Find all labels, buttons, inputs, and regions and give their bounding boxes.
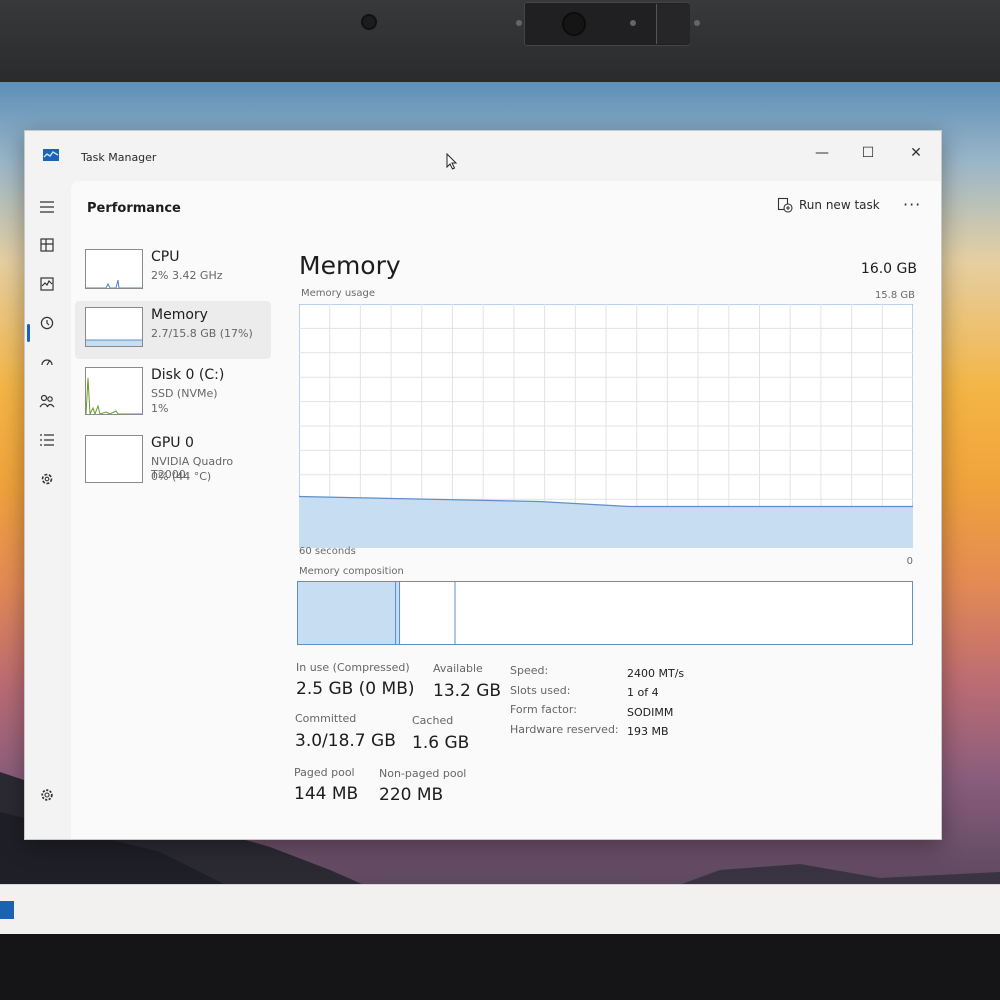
resource-item-cpu[interactable]: CPU 2% 3.42 GHz (75, 243, 271, 301)
hardware-slots-value: 1 of 4 (627, 686, 659, 699)
performance-icon[interactable] (31, 268, 63, 300)
gpu-mini-graph (85, 435, 143, 483)
indicator-dot (630, 20, 636, 26)
app-history-icon[interactable] (31, 307, 63, 339)
available-value: 13.2 GB (433, 681, 502, 701)
detail-title: Memory (299, 251, 401, 280)
cpu-mini-graph (85, 249, 143, 289)
in-use-label: In use (Compressed) (296, 661, 410, 674)
hardware-reserved-value: 193 MB (627, 725, 669, 738)
webcam-shutter (656, 4, 690, 44)
users-icon[interactable] (31, 385, 63, 417)
settings-icon[interactable] (31, 779, 63, 811)
composition-modified (395, 581, 401, 645)
memory-mini-graph (85, 307, 143, 347)
performance-page: Performance Run new task ··· CPU 2% 3.42… (71, 181, 941, 839)
cached-value: 1.6 GB (412, 733, 470, 753)
task-manager-app-icon (43, 149, 59, 161)
hamburger-menu-icon[interactable] (31, 191, 63, 223)
resource-name: GPU 0 (151, 435, 194, 451)
title-bar[interactable]: Task Manager — ☐ ✕ (25, 131, 941, 181)
paged-pool-label: Paged pool (294, 766, 355, 779)
mouse-cursor-icon (446, 153, 458, 170)
page-title: Performance (87, 201, 181, 216)
resource-item-memory[interactable]: Memory 2.7/15.8 GB (17%) (75, 301, 271, 359)
hardware-slots-label: Slots used: (510, 684, 571, 697)
in-use-value: 2.5 GB (0 MB) (296, 679, 415, 699)
disk-mini-graph (85, 367, 143, 415)
indicator-dot (694, 20, 700, 26)
resource-detail: 2.7/15.8 GB (17%) (151, 327, 253, 340)
indicator-dot (516, 20, 522, 26)
paged-pool-value: 144 MB (294, 784, 359, 804)
processes-icon[interactable] (31, 229, 63, 261)
resource-detail-secondary: 0% (44 °C) (151, 470, 212, 483)
nav-rail (25, 181, 69, 839)
memory-composition-label: Memory composition (299, 566, 404, 577)
services-icon[interactable] (31, 463, 63, 495)
webcam-lens-icon (562, 12, 586, 36)
details-icon[interactable] (31, 424, 63, 456)
startup-apps-icon[interactable] (31, 346, 63, 378)
resource-detail-secondary: 1% (151, 402, 169, 415)
resource-name: CPU (151, 249, 180, 265)
hardware-form-factor-label: Form factor: (510, 703, 577, 716)
memory-usage-max: 15.8 GB (874, 290, 915, 301)
minimize-button[interactable]: — (805, 139, 839, 167)
resource-name: Memory (151, 307, 208, 323)
task-manager-window: Task Manager — ☐ ✕ Performance Run new t… (24, 130, 942, 840)
nav-active-indicator (27, 324, 30, 342)
maximize-button[interactable]: ☐ (851, 139, 885, 167)
window-title: Task Manager (81, 151, 157, 164)
graph-zero-label: 0 (906, 556, 913, 567)
memory-usage-graph (299, 304, 913, 548)
memory-usage-label: Memory usage (301, 288, 376, 299)
hardware-reserved-label: Hardware reserved: (510, 723, 619, 736)
hardware-form-factor-value: SODIMM (627, 706, 674, 719)
cached-label: Cached (412, 714, 454, 727)
committed-label: Committed (295, 712, 357, 725)
close-button[interactable]: ✕ (899, 139, 933, 167)
sensor-icon (361, 14, 377, 30)
run-new-task-button[interactable]: Run new task (777, 197, 880, 213)
resource-detail: 2% 3.42 GHz (151, 269, 223, 282)
task-manager-taskbar-icon[interactable] (0, 901, 14, 919)
memory-total: 16.0 GB (860, 261, 917, 277)
run-new-task-label: Run new task (799, 198, 880, 212)
taskbar (0, 884, 1000, 934)
non-paged-pool-value: 220 MB (379, 785, 444, 805)
available-label: Available (433, 662, 483, 675)
laptop-bezel-top (0, 0, 1000, 82)
resource-detail: SSD (NVMe) (151, 387, 218, 400)
non-paged-pool-label: Non-paged pool (379, 767, 467, 780)
resource-name: Disk 0 (C:) (151, 367, 225, 383)
composition-standby (399, 581, 456, 645)
graph-time-label: 60 seconds (299, 546, 356, 557)
run-task-icon (777, 197, 793, 213)
laptop-bezel-bottom (0, 934, 1000, 1000)
composition-in-use (297, 581, 397, 645)
resource-item-disk[interactable]: Disk 0 (C:) SSD (NVMe) 1% (75, 361, 271, 419)
resource-item-gpu[interactable]: GPU 0 NVIDIA Quadro T2000 0% (44 °C) (75, 429, 271, 487)
more-options-button[interactable]: ··· (903, 195, 921, 214)
committed-value: 3.0/18.7 GB (295, 731, 396, 751)
hardware-speed-label: Speed: (510, 664, 549, 677)
memory-composition-bar (297, 581, 913, 645)
hardware-speed-value: 2400 MT/s (627, 667, 685, 680)
